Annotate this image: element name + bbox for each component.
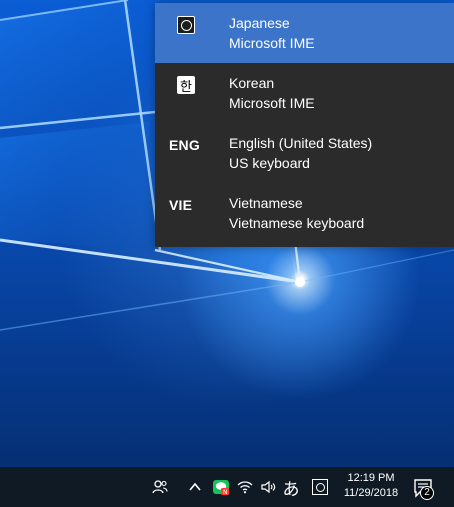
keyboard-name: Microsoft IME bbox=[229, 95, 315, 111]
language-flyout: Japanese Microsoft IME 한 Korean Microsof… bbox=[155, 3, 454, 247]
svg-text:N: N bbox=[223, 489, 228, 496]
language-item-vietnamese[interactable]: VIE Vietnamese Vietnamese keyboard bbox=[155, 183, 454, 243]
wifi-icon[interactable] bbox=[236, 477, 254, 497]
people-icon[interactable] bbox=[151, 477, 169, 497]
window-pane-bottom-left bbox=[0, 122, 158, 250]
korean-ime-icon: 한 bbox=[177, 76, 195, 94]
language-code-eng: ENG bbox=[169, 137, 200, 153]
japanese-ime-icon bbox=[177, 16, 195, 34]
language-name: Vietnamese bbox=[229, 195, 303, 211]
taskbar: N あ 12:19 PM 11/29/2018 2 bbox=[0, 467, 454, 507]
notification-count-badge: 2 bbox=[420, 486, 434, 500]
keyboard-name: Vietnamese keyboard bbox=[229, 215, 365, 231]
chevron-up-icon[interactable] bbox=[187, 477, 203, 497]
language-item-korean[interactable]: 한 Korean Microsoft IME bbox=[155, 63, 454, 123]
clock-date: 11/29/2018 bbox=[343, 487, 399, 499]
language-name: Korean bbox=[229, 75, 275, 91]
ime-hiragana-icon[interactable]: あ bbox=[282, 477, 300, 499]
window-pane-top-left bbox=[0, 0, 148, 128]
japanese-ime-icon[interactable] bbox=[311, 477, 329, 497]
language-name: Japanese bbox=[229, 15, 290, 31]
language-code-vie: VIE bbox=[169, 197, 193, 213]
volume-icon[interactable] bbox=[259, 477, 277, 497]
line-app-icon[interactable]: N bbox=[212, 477, 230, 497]
keyboard-name: US keyboard bbox=[229, 155, 310, 171]
language-name: English (United States) bbox=[229, 135, 373, 151]
taskbar-clock[interactable]: 12:19 PM 11/29/2018 bbox=[337, 471, 405, 501]
language-item-japanese[interactable]: Japanese Microsoft IME bbox=[155, 3, 454, 63]
clock-time: 12:19 PM bbox=[347, 472, 395, 484]
keyboard-name: Microsoft IME bbox=[229, 35, 315, 51]
language-item-english[interactable]: ENG English (United States) US keyboard bbox=[155, 123, 454, 183]
